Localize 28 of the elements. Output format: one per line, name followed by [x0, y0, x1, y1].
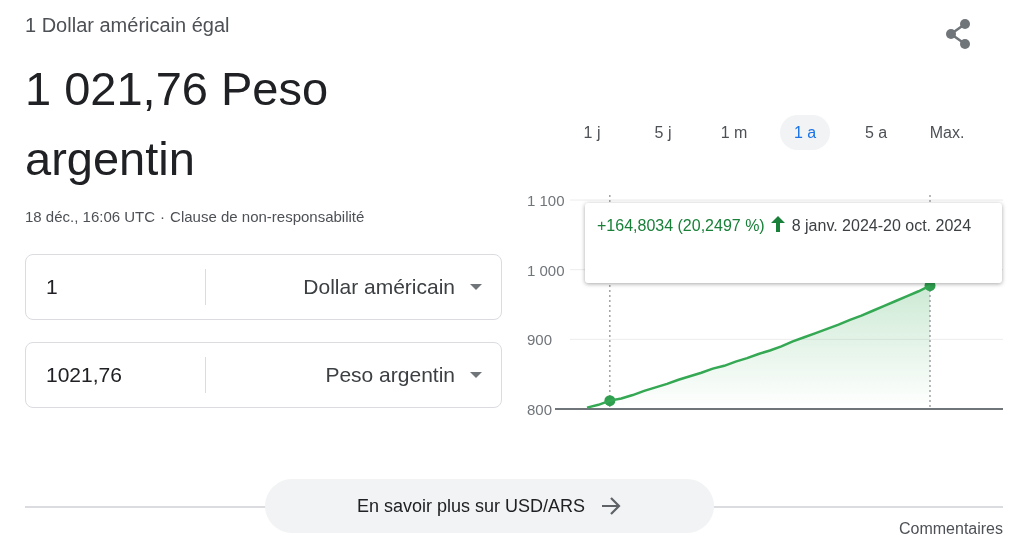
- disclaimer-link[interactable]: Clause de non-responsabilité: [170, 208, 365, 225]
- y-axis-label: 1 000: [527, 261, 565, 279]
- range-tab[interactable]: 5 a: [851, 115, 901, 150]
- currency-dropdown[interactable]: Peso argentin: [206, 363, 501, 387]
- separator-dot: ·: [160, 208, 166, 225]
- range-tab[interactable]: 1 j: [567, 115, 617, 150]
- change-value: +164,8034 (20,2497 %): [597, 217, 765, 234]
- arrow-right-icon: [601, 497, 622, 515]
- range-tab[interactable]: Max.: [922, 115, 972, 150]
- amount-field[interactable]: 1021,76: [46, 363, 196, 387]
- currency-dropdown[interactable]: Dollar américain: [206, 275, 501, 299]
- range-tab[interactable]: 1 m: [709, 115, 759, 150]
- feedback-link[interactable]: Commentaires: [898, 520, 1003, 538]
- range-tab[interactable]: 1 a: [780, 115, 830, 150]
- share-icon[interactable]: [943, 18, 973, 50]
- up-arrow-icon: [770, 216, 785, 232]
- y-axis-label: 800: [527, 401, 553, 418]
- date-range: 8 janv. 2024-20 oct. 2024: [791, 216, 973, 236]
- y-axis-label: 900: [527, 331, 553, 349]
- amount-field[interactable]: 1: [46, 275, 196, 299]
- y-axis-label: 1 100: [527, 193, 565, 209]
- caret-icon: [469, 371, 483, 379]
- conversion-label: 1 Dollar américain égal: [25, 13, 231, 37]
- timestamp: 18 déc., 16:06 UTC: [25, 208, 156, 225]
- converted-amount: 1 021,76 Peso argentin: [25, 61, 330, 187]
- range-tab[interactable]: 5 j: [638, 115, 688, 150]
- caret-icon: [469, 283, 483, 291]
- learn-more-button[interactable]: En savoir plus sur USD/ARS: [264, 479, 714, 533]
